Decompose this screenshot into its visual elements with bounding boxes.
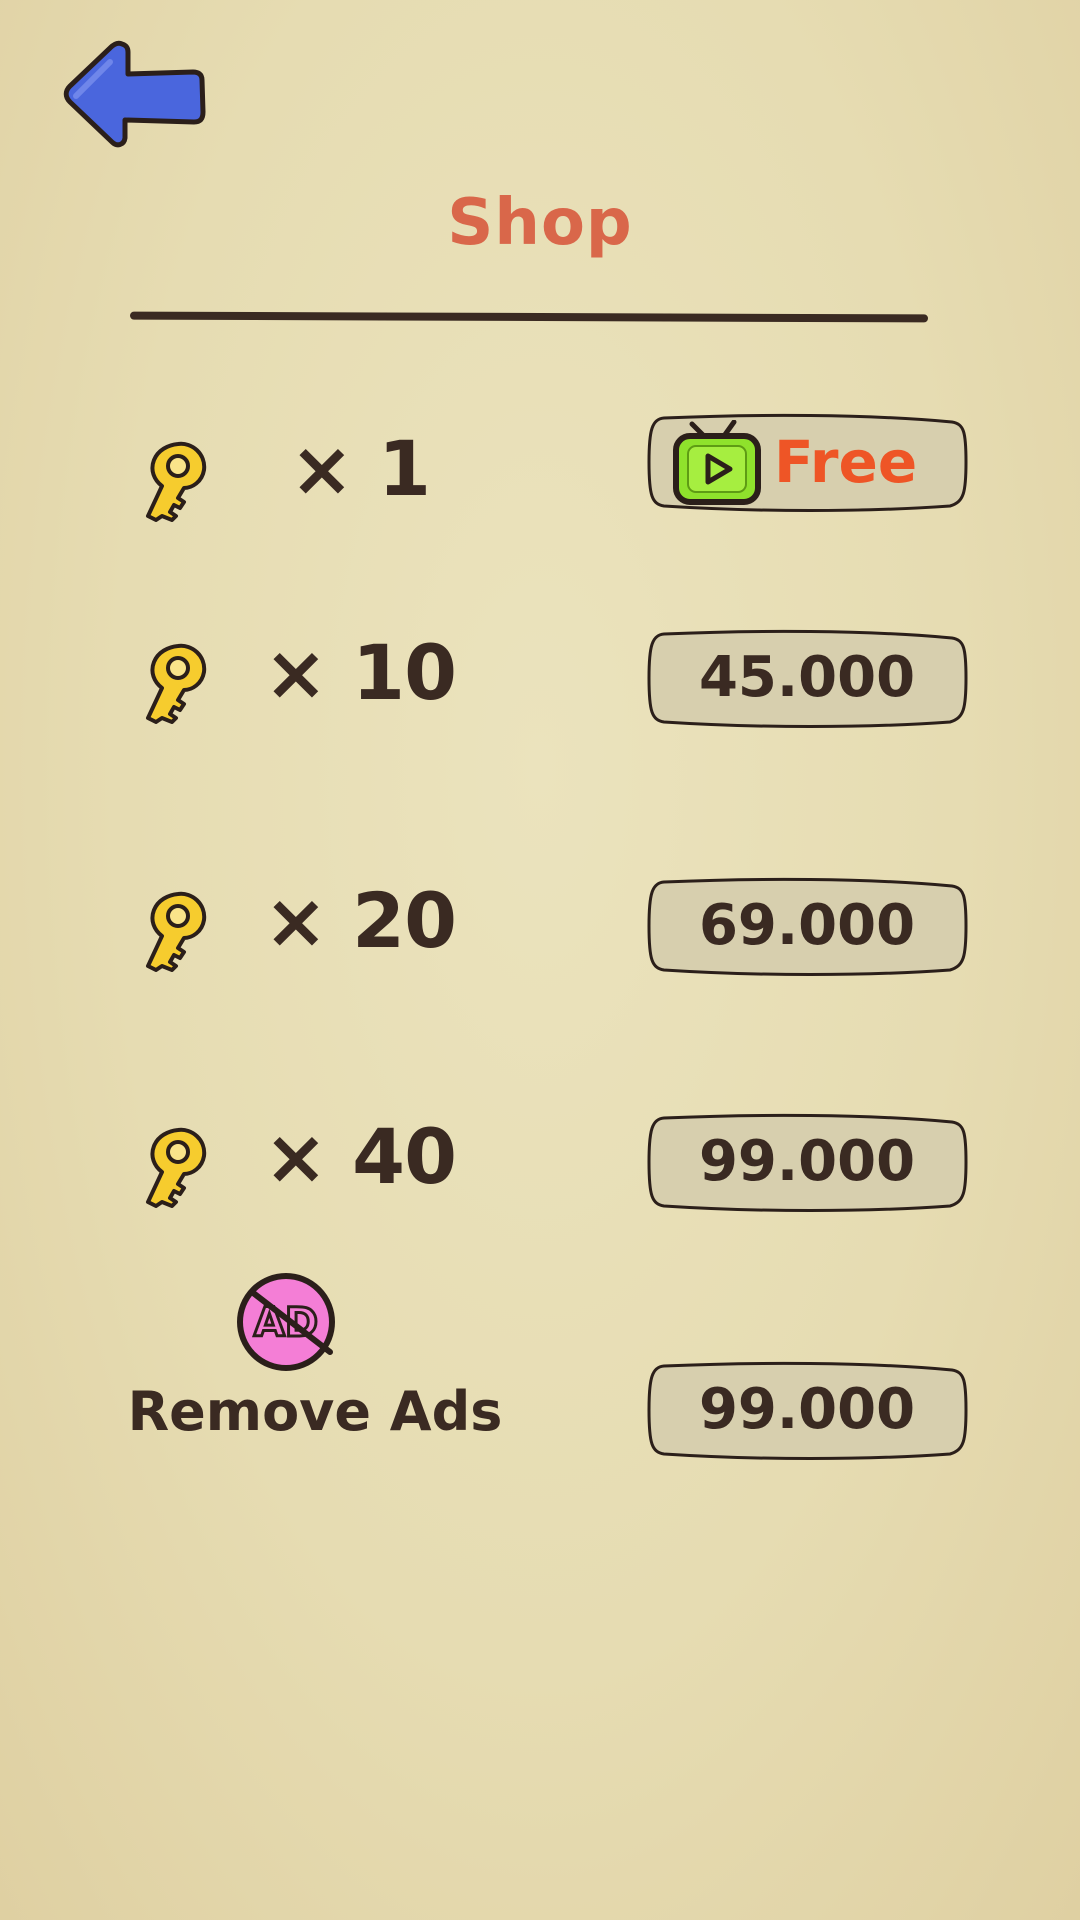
- page-title: Shop: [447, 186, 633, 260]
- item-quantity: × 40: [264, 1112, 457, 1201]
- item-quantity: × 20: [264, 876, 457, 965]
- remove-ads-label: Remove Ads: [127, 1380, 503, 1443]
- price-label: 69.000: [698, 893, 916, 958]
- back-button[interactable]: [60, 36, 210, 156]
- key-icon: [146, 441, 207, 522]
- key-icon: [146, 1127, 207, 1208]
- tv-play-icon: [673, 420, 761, 505]
- buy-button[interactable]: 99.000: [646, 1112, 968, 1212]
- free-video-button[interactable]: Free: [646, 412, 968, 512]
- remove-ads-button[interactable]: 99.000: [646, 1360, 968, 1460]
- item-quantity: × 10: [264, 628, 457, 717]
- item-quantity: × 1: [289, 424, 431, 513]
- price-label: 99.000: [698, 1129, 916, 1194]
- no-ads-icon: AD: [237, 1273, 335, 1371]
- key-icon: [146, 891, 207, 972]
- price-label: Free: [774, 428, 918, 496]
- title-divider: [129, 311, 929, 323]
- back-arrow-icon: [63, 40, 206, 148]
- price-label: 45.000: [698, 645, 916, 710]
- price-label: 99.000: [698, 1377, 916, 1442]
- buy-button[interactable]: 69.000: [646, 876, 968, 976]
- buy-button[interactable]: 45.000: [646, 628, 968, 728]
- key-icon: [146, 643, 207, 724]
